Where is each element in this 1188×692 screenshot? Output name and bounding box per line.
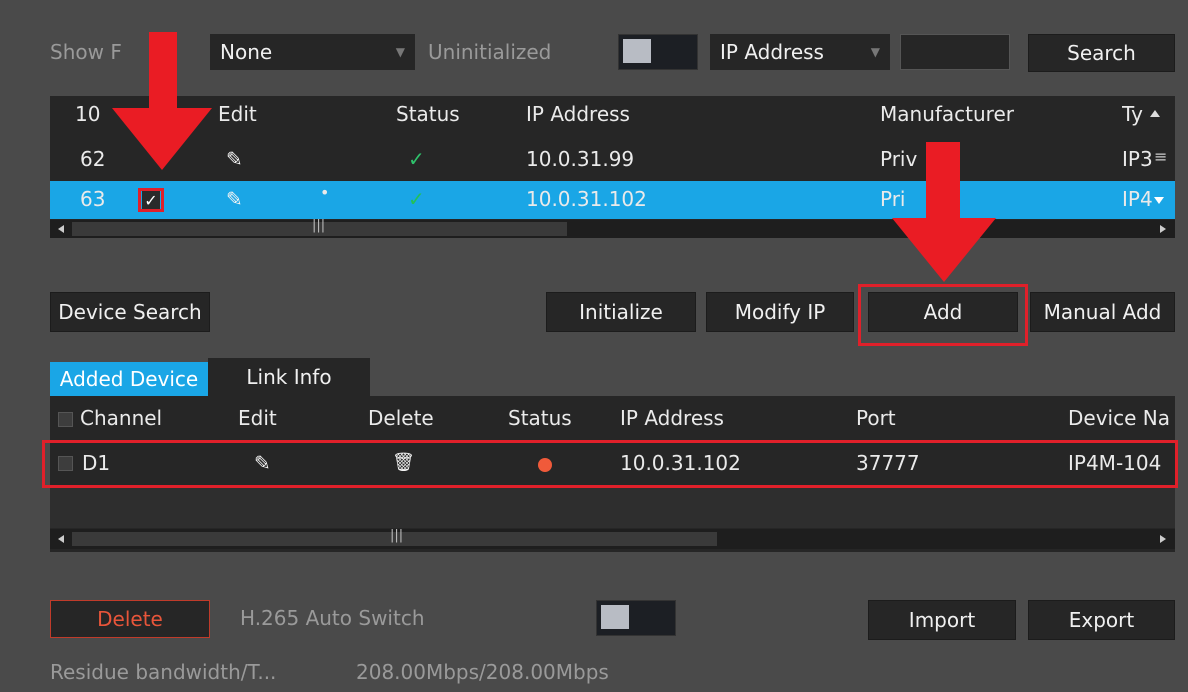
row-number: 62 bbox=[80, 147, 106, 171]
checkbox-check-mark: ✓ bbox=[142, 191, 160, 210]
col-header-ip: IP Address bbox=[526, 102, 630, 126]
row-number: 63 bbox=[80, 187, 106, 211]
pencil-icon[interactable]: ✎ bbox=[226, 187, 243, 211]
search-results-table: 10 Edit Status IP Address Manufacturer T… bbox=[50, 96, 1175, 238]
chevron-down-icon: ▼ bbox=[395, 45, 405, 59]
scrollbar-grip: ||| bbox=[312, 218, 326, 233]
modify-ip-button[interactable]: Modify IP bbox=[706, 292, 854, 332]
check-icon: ✓ bbox=[408, 187, 425, 211]
col-header-ip: IP Address bbox=[620, 406, 724, 430]
horizontal-scrollbar[interactable]: ||| bbox=[50, 218, 1175, 238]
row-ip: 10.0.31.99 bbox=[526, 147, 635, 171]
chevron-down-icon: ▼ bbox=[870, 45, 880, 59]
manual-add-button[interactable]: Manual Add bbox=[1030, 292, 1175, 332]
export-button[interactable]: Export bbox=[1028, 600, 1175, 640]
delete-button[interactable]: Delete bbox=[50, 600, 210, 638]
col-header-num: 10 bbox=[75, 102, 101, 126]
filter-select[interactable]: None ▼ bbox=[210, 34, 415, 70]
row-checkbox[interactable]: ✓ bbox=[138, 188, 164, 212]
search-type-value: IP Address bbox=[720, 40, 824, 64]
scroll-left-icon[interactable] bbox=[58, 535, 64, 543]
uninitialized-toggle[interactable] bbox=[618, 34, 698, 70]
dot-icon: • bbox=[320, 183, 330, 202]
col-header-edit: Edit bbox=[238, 406, 277, 430]
scrollbar-grip-icon: ≡ bbox=[1154, 147, 1168, 166]
col-header-delete: Delete bbox=[368, 406, 434, 430]
arrow-down-icon bbox=[892, 142, 996, 284]
search-button[interactable]: Search bbox=[1028, 34, 1175, 72]
tab-added-device[interactable]: Added Device bbox=[50, 362, 208, 396]
scroll-right-icon[interactable] bbox=[1160, 225, 1166, 233]
bandwidth-value: 208.00Mbps/208.00Mbps bbox=[356, 660, 609, 684]
col-header-edit: Edit bbox=[218, 102, 257, 126]
toggle-knob bbox=[601, 605, 629, 629]
bandwidth-label: Residue bandwidth/T... bbox=[50, 660, 277, 684]
empty-row bbox=[50, 488, 1175, 528]
row-type: IP4 bbox=[1122, 187, 1153, 211]
col-header-status: Status bbox=[508, 406, 572, 430]
uninitialized-label: Uninitialized bbox=[428, 40, 552, 64]
row-type: IP3 bbox=[1122, 147, 1153, 171]
select-all-checkbox[interactable] bbox=[58, 412, 73, 427]
added-row-highlight bbox=[42, 440, 1178, 488]
arrow-down-icon bbox=[112, 32, 212, 170]
scroll-left-icon[interactable] bbox=[58, 225, 64, 233]
h265-toggle[interactable] bbox=[596, 600, 676, 636]
initialize-button[interactable]: Initialize bbox=[546, 292, 696, 332]
import-button[interactable]: Import bbox=[868, 600, 1016, 640]
tab-link-info[interactable]: Link Info bbox=[208, 358, 370, 396]
scrollbar-grip: ||| bbox=[390, 528, 404, 543]
search-input[interactable] bbox=[900, 34, 1010, 70]
horizontal-scrollbar[interactable]: ||| bbox=[50, 528, 1175, 549]
add-button[interactable]: Add bbox=[868, 292, 1018, 332]
col-header-status: Status bbox=[396, 102, 460, 126]
scroll-up-icon[interactable] bbox=[1150, 110, 1160, 117]
device-search-button[interactable]: Device Search bbox=[50, 292, 210, 332]
col-header-type: Ty bbox=[1122, 102, 1143, 126]
toggle-knob bbox=[623, 39, 651, 63]
scroll-down-icon[interactable] bbox=[1154, 197, 1164, 204]
pencil-icon[interactable]: ✎ bbox=[226, 147, 243, 171]
table-row[interactable]: 62 ✎ ✓ 10.0.31.99 Priv IP3 ≡ bbox=[50, 141, 1175, 179]
col-header-port: Port bbox=[856, 406, 896, 430]
filter-select-value: None bbox=[220, 40, 273, 64]
h265-label: H.265 Auto Switch bbox=[240, 606, 425, 630]
table-row-selected[interactable]: 63 ✓ ✎ • ✓ 10.0.31.102 Pri IP4 bbox=[50, 181, 1175, 219]
scroll-right-icon[interactable] bbox=[1160, 535, 1166, 543]
search-type-select[interactable]: IP Address ▼ bbox=[710, 34, 890, 70]
col-header-device-name: Device Na bbox=[1068, 406, 1170, 430]
row-ip: 10.0.31.102 bbox=[526, 187, 647, 211]
check-icon: ✓ bbox=[408, 147, 425, 171]
col-header-manufacturer: Manufacturer bbox=[880, 102, 1014, 126]
col-header-channel: Channel bbox=[80, 406, 163, 430]
